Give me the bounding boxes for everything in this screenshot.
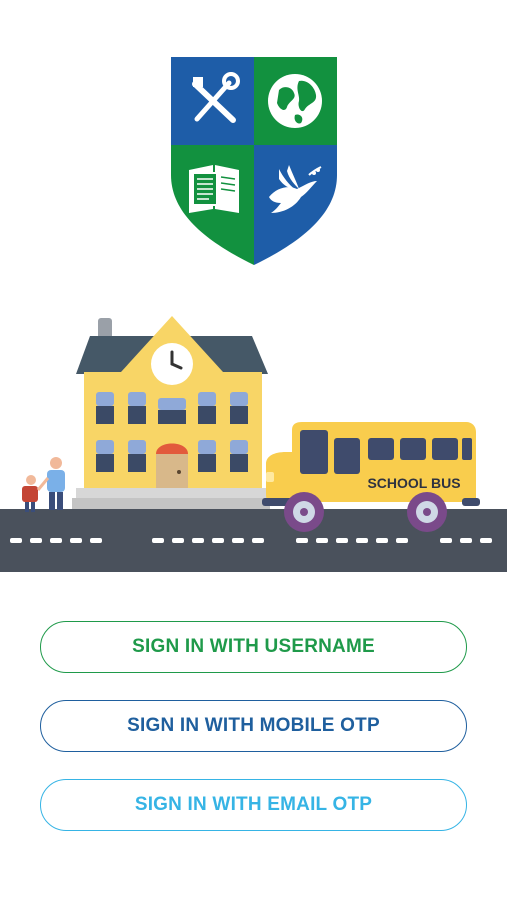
sign-in-username-label: SIGN IN WITH USERNAME	[132, 636, 375, 657]
people-figures	[22, 457, 65, 512]
bus-label: SCHOOL BUS	[367, 475, 460, 491]
school-bus-illustration: SCHOOL BUS	[0, 312, 507, 574]
sign-in-email-otp-button[interactable]: SIGN IN WITH EMAIL OTP	[40, 779, 467, 831]
sign-in-email-otp-label: SIGN IN WITH EMAIL OTP	[134, 794, 373, 815]
school-logo	[171, 57, 337, 265]
sign-in-mobile-otp-button[interactable]: SIGN IN WITH MOBILE OTP	[40, 700, 467, 752]
school-building	[72, 316, 270, 509]
globe-icon	[268, 74, 322, 128]
sign-in-username-button[interactable]: SIGN IN WITH USERNAME	[40, 621, 467, 673]
sign-in-mobile-otp-label: SIGN IN WITH MOBILE OTP	[127, 715, 380, 736]
book-icon	[189, 165, 239, 213]
